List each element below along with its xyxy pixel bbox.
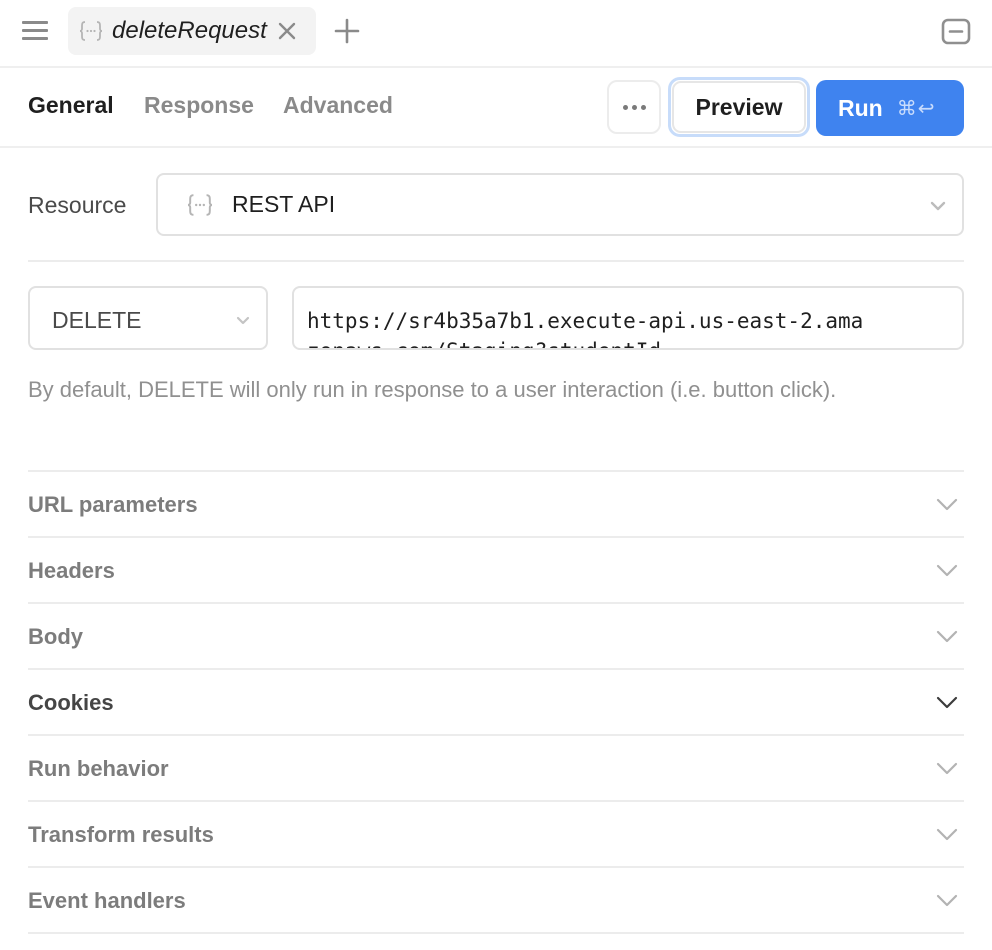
query-toolbar: General Response Advanced Preview Run ⌘↩ [0,68,992,148]
section-label: Transform results [28,822,214,847]
section-event-handlers[interactable]: Event handlers [28,866,964,932]
preview-label: Preview [672,81,806,133]
http-method-value: DELETE [52,307,142,333]
section-label: Body [28,624,83,649]
section-label: Event handlers [28,888,186,913]
resource-label: Resource [28,192,127,218]
chevron-down-icon [930,201,946,211]
plus-icon[interactable] [334,18,360,44]
ellipsis-icon [622,104,646,110]
keyboard-shortcut-hint: ⌘↩ [896,97,936,120]
section-transform-results[interactable]: Transform results [28,800,964,866]
help-text: By default, DELETE will only run in resp… [28,377,837,402]
hamburger-icon[interactable] [22,20,48,42]
top-bar: deleteRequest [0,0,992,68]
run-label: Run [838,94,883,121]
chevron-down-icon [936,762,958,775]
url-input[interactable]: https://sr4b35a7b1.execute-api.us-east-2… [292,286,964,350]
close-icon[interactable] [277,21,297,41]
tab-general[interactable]: General [28,92,114,119]
section-headers[interactable]: Headers [28,536,964,602]
resource-select[interactable]: REST API [156,173,964,236]
preview-button[interactable]: Preview [668,77,810,137]
tab-response[interactable]: Response [144,92,254,119]
section-run-behavior[interactable]: Run behavior [28,734,964,800]
divider [28,932,964,934]
braces-icon [79,21,103,41]
chevron-down-icon [936,696,958,709]
query-tab[interactable]: deleteRequest [68,7,316,55]
run-button[interactable]: Run ⌘↩ [816,80,964,136]
section-label: URL parameters [28,492,198,517]
tab-advanced[interactable]: Advanced [283,92,393,119]
more-options-button[interactable] [607,80,661,134]
section-label: Headers [28,558,115,583]
minus-square-icon[interactable] [941,18,971,45]
http-method-select[interactable]: DELETE [28,286,268,350]
section-url-parameters[interactable]: URL parameters [28,470,964,536]
chevron-down-icon [936,630,958,643]
chevron-down-icon [936,828,958,841]
tab-label: deleteRequest [112,17,267,44]
section-label: Cookies [28,690,114,715]
url-value: https://sr4b35a7b1.execute-api.us-east-2… [307,309,864,348]
section-body[interactable]: Body [28,602,964,668]
chevron-down-icon [936,498,958,511]
section-label: Run behavior [28,756,169,781]
chevron-down-icon [936,894,958,907]
braces-icon [187,193,213,216]
divider [28,260,964,262]
section-cookies[interactable]: Cookies [28,668,964,734]
chevron-down-icon [236,316,250,325]
resource-value: REST API [232,191,336,217]
chevron-down-icon [936,564,958,577]
